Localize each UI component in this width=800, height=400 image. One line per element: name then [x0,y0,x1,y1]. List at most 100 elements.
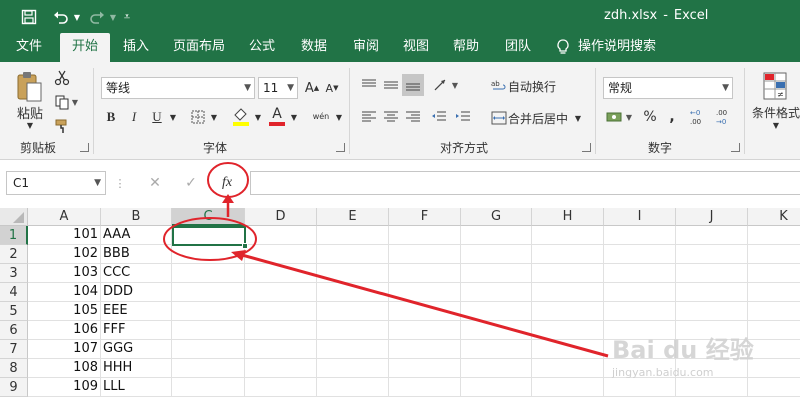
cell-h9[interactable] [532,378,604,397]
cell-e5[interactable] [317,302,389,321]
cell-g8[interactable] [461,359,532,378]
alignment-launcher-icon[interactable] [582,143,591,152]
fill-color-dropdown-icon[interactable]: ▼ [252,106,264,128]
cell-j4[interactable] [676,283,748,302]
cell-i5[interactable] [604,302,676,321]
name-box[interactable]: C1 ▼ [6,171,106,195]
row-header-2[interactable]: 2 [0,245,28,264]
paste-button[interactable]: 粘贴 [8,104,52,122]
conditional-format-icon[interactable]: ≠ [760,70,790,102]
cell-h7[interactable] [532,340,604,359]
cell-a6[interactable]: 106 [28,321,101,340]
column-header-a[interactable]: A [28,208,101,226]
cell-k8[interactable] [748,359,800,378]
format-painter-icon[interactable] [52,116,72,136]
cell-d4[interactable] [245,283,317,302]
cell-h1[interactable] [532,226,604,245]
cell-j3[interactable] [676,264,748,283]
cell-b2[interactable]: BBB [101,245,172,264]
merge-dropdown-icon[interactable]: ▼ [572,108,584,128]
column-header-d[interactable]: D [245,208,317,226]
cell-e4[interactable] [317,283,389,302]
row-header-5[interactable]: 5 [0,302,28,321]
cell-d9[interactable] [245,378,317,397]
cell-e7[interactable] [317,340,389,359]
cell-d5[interactable] [245,302,317,321]
cell-c5[interactable] [172,302,245,321]
align-middle-icon[interactable] [380,74,402,96]
merge-center-button[interactable]: 合并后居中 [508,108,570,128]
font-size-select[interactable]: 11 ▼ [258,77,298,99]
cell-a1[interactable]: 101 [28,226,101,245]
cell-b7[interactable]: GGG [101,340,172,359]
row-header-3[interactable]: 3 [0,264,28,283]
comma-button[interactable]: , [662,106,682,128]
undo-icon[interactable] [50,6,72,28]
cell-g3[interactable] [461,264,532,283]
cell-i1[interactable] [604,226,676,245]
cell-c8[interactable] [172,359,245,378]
cell-c6[interactable] [172,321,245,340]
row-header-7[interactable]: 7 [0,340,28,359]
cell-f1[interactable] [389,226,461,245]
cell-f9[interactable] [389,378,461,397]
cell-a2[interactable]: 102 [28,245,101,264]
active-cell-c1[interactable] [172,226,246,246]
cell-f7[interactable] [389,340,461,359]
row-header-6[interactable]: 6 [0,321,28,340]
font-color-dropdown-icon[interactable]: ▼ [288,106,300,128]
copy-icon[interactable]: ▼ [52,92,80,112]
wrap-text-icon[interactable]: ab [488,76,510,96]
redo-dropdown-icon[interactable]: ▼ [108,6,118,28]
tab-home[interactable]: 开始 [60,33,110,62]
wrap-text-button[interactable]: 自动换行 [508,76,558,96]
cell-a5[interactable]: 105 [28,302,101,321]
cell-i9[interactable] [604,378,676,397]
accounting-format-icon[interactable]: ▼ [604,106,634,128]
cell-b9[interactable]: LLL [101,378,172,397]
column-header-k[interactable]: K [748,208,800,226]
cell-d1[interactable] [245,226,317,245]
align-right-icon[interactable] [402,106,424,128]
cell-a7[interactable]: 107 [28,340,101,359]
column-header-g[interactable]: G [461,208,532,226]
cell-c7[interactable] [172,340,245,359]
fill-handle[interactable] [242,243,248,249]
cell-f8[interactable] [389,359,461,378]
phonetic-dropdown-icon[interactable]: ▼ [334,106,344,128]
increase-font-icon[interactable]: A ▲ [302,77,322,99]
cut-icon[interactable] [52,68,72,88]
cell-j5[interactable] [676,302,748,321]
paste-dropdown-icon[interactable]: ▼ [24,120,36,130]
tab-insert[interactable]: 插入 [114,33,158,62]
tab-data[interactable]: 数据 [292,33,336,62]
cell-i3[interactable] [604,264,676,283]
cell-h4[interactable] [532,283,604,302]
cell-g4[interactable] [461,283,532,302]
borders-dropdown-icon[interactable]: ▼ [208,106,220,128]
align-top-icon[interactable] [358,74,380,96]
underline-dropdown-icon[interactable]: ▼ [167,106,179,128]
column-header-c[interactable]: C [172,208,245,226]
cell-h6[interactable] [532,321,604,340]
cell-f6[interactable] [389,321,461,340]
tell-me-search[interactable]: 操作说明搜索 [578,33,664,62]
cell-h5[interactable] [532,302,604,321]
align-center-icon[interactable] [380,106,402,128]
cell-b6[interactable]: FFF [101,321,172,340]
column-header-b[interactable]: B [101,208,172,226]
borders-icon[interactable] [188,106,208,128]
cell-a3[interactable]: 103 [28,264,101,283]
cell-j2[interactable] [676,245,748,264]
increase-indent-icon[interactable] [452,106,474,128]
insert-function-icon[interactable]: fx [214,173,240,193]
cell-g5[interactable] [461,302,532,321]
cell-c2[interactable] [172,245,245,264]
cell-k4[interactable] [748,283,800,302]
cell-e3[interactable] [317,264,389,283]
fill-color-icon[interactable] [230,104,252,128]
cell-e6[interactable] [317,321,389,340]
lightbulb-icon[interactable] [552,33,574,62]
tab-team[interactable]: 团队 [496,33,540,62]
clipboard-launcher-icon[interactable] [80,143,89,152]
